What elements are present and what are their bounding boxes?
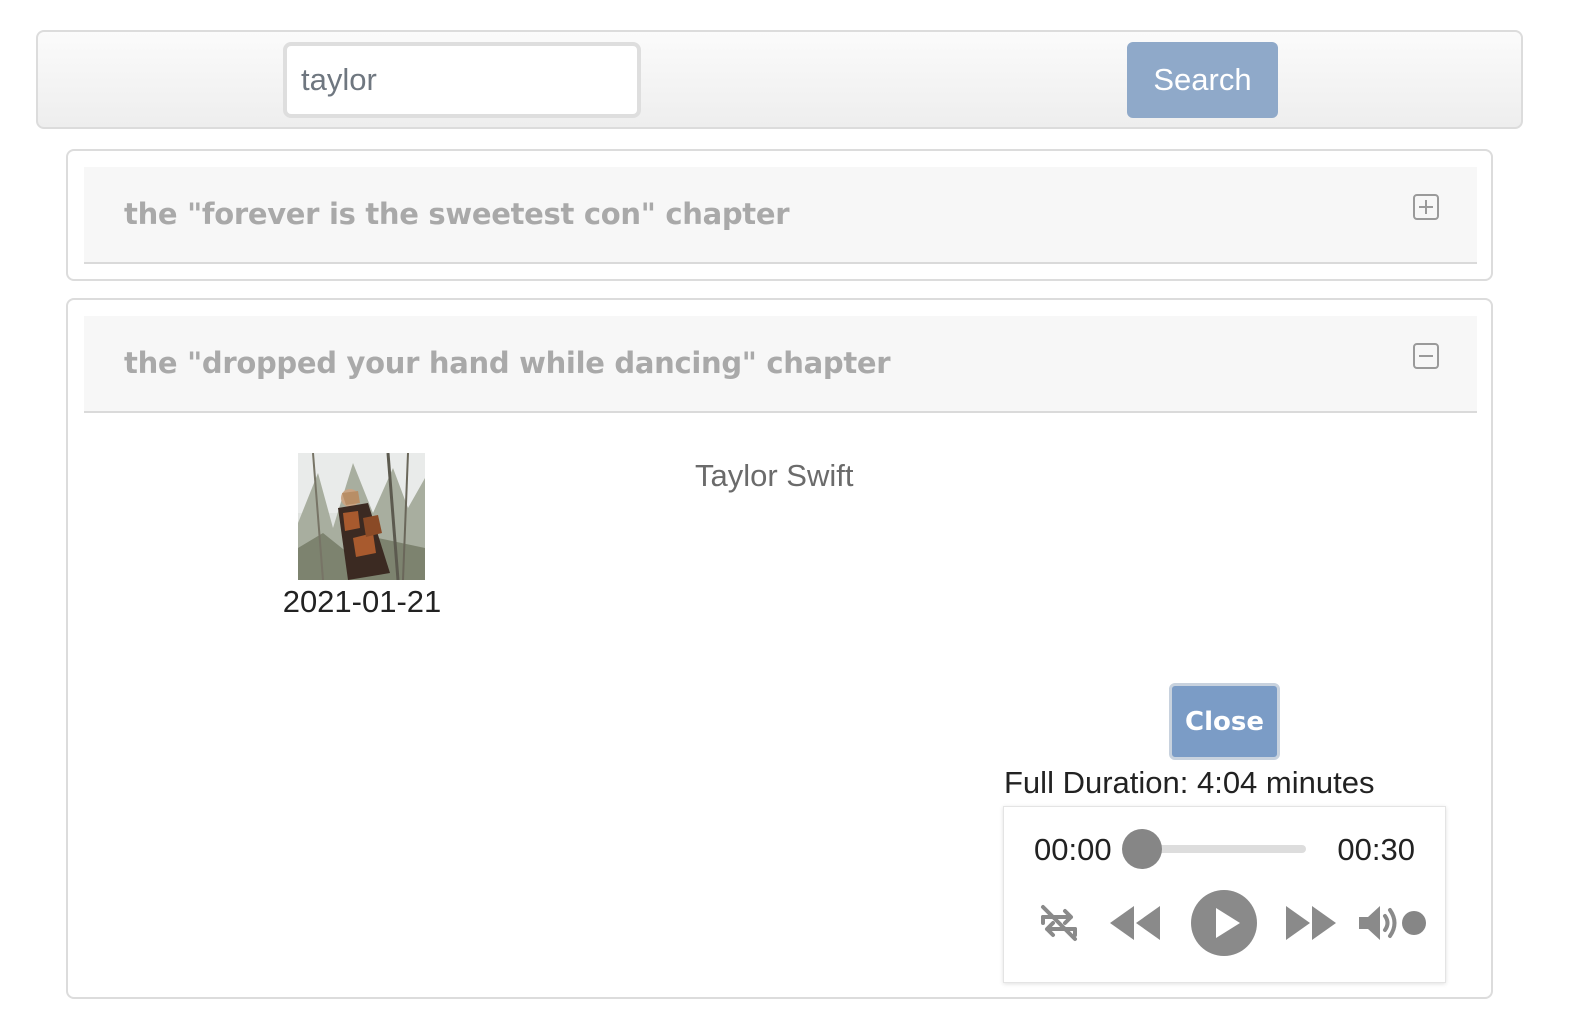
- total-time: 00:30: [1337, 832, 1415, 867]
- progress-bar[interactable]: [1122, 829, 1306, 869]
- audio-player: 00:00 00:30: [1003, 806, 1446, 983]
- result-title: the "dropped your hand while dancing" ch…: [124, 346, 891, 380]
- progress-thumb[interactable]: [1122, 829, 1162, 869]
- full-duration-label: Full Duration: 4:04 minutes: [1004, 765, 1375, 800]
- rewind-icon[interactable]: [1108, 903, 1162, 943]
- volume-slider-thumb[interactable]: [1402, 911, 1426, 935]
- play-icon[interactable]: [1190, 889, 1258, 957]
- fast-forward-icon[interactable]: [1284, 903, 1338, 943]
- close-button[interactable]: Close: [1169, 683, 1280, 760]
- plus-square-icon[interactable]: [1413, 194, 1439, 220]
- result-title: the "forever is the sweetest con" chapte…: [124, 197, 790, 231]
- artist-name: Taylor Swift: [695, 458, 854, 493]
- result-card: the "dropped your hand while dancing" ch…: [66, 298, 1493, 999]
- search-input[interactable]: [283, 42, 641, 118]
- volume-icon[interactable]: [1356, 901, 1400, 945]
- album-cover-image: [298, 453, 425, 580]
- result-card-header[interactable]: the "forever is the sweetest con" chapte…: [84, 167, 1477, 264]
- minus-square-icon[interactable]: [1413, 343, 1439, 369]
- repeat-off-icon[interactable]: [1037, 901, 1081, 945]
- result-card: the "forever is the sweetest con" chapte…: [66, 149, 1493, 281]
- search-button[interactable]: Search: [1127, 42, 1278, 118]
- release-date: 2021-01-21: [282, 584, 442, 619]
- current-time: 00:00: [1034, 832, 1112, 867]
- search-bar: Search: [36, 30, 1523, 129]
- result-card-header[interactable]: the "dropped your hand while dancing" ch…: [84, 316, 1477, 413]
